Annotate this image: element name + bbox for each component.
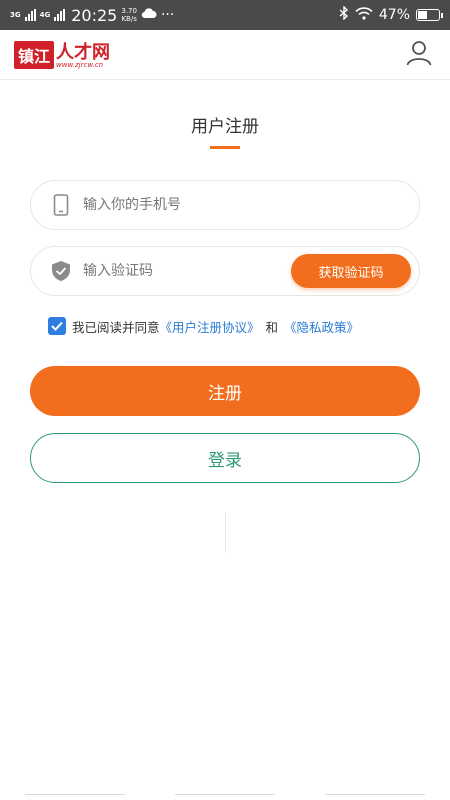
cloud-icon: [141, 7, 157, 23]
register-button[interactable]: 注册: [30, 366, 420, 416]
phone-input[interactable]: [83, 197, 273, 213]
status-left: 3G 4G 20:25 3.70 KB/s ···: [10, 6, 174, 25]
logo-seal: 镇江: [14, 40, 55, 69]
network-label-1: 3G: [10, 11, 21, 19]
agreement-and: 和: [265, 319, 279, 335]
battery-icon: [416, 9, 443, 21]
shield-icon: [49, 259, 73, 283]
signal-icon-2: [54, 9, 66, 21]
verification-code-input[interactable]: [83, 263, 273, 279]
user-profile-button[interactable]: [402, 38, 436, 72]
app-header: 镇江 人才网 www.zjrcw.cn: [0, 30, 450, 80]
bottom-edge: [0, 794, 450, 800]
agreement-row: 我已阅读并同意 《用户注册协议》 和 《隐私政策》: [48, 316, 359, 336]
network-indicator-2: 4G: [40, 11, 51, 19]
privacy-policy-link[interactable]: 《隐私政策》: [284, 317, 359, 336]
logo-text: 人才网 www.zjrcw.cn: [56, 41, 111, 69]
battery-percent: 47%: [378, 7, 410, 23]
login-button[interactable]: 登录: [30, 433, 420, 483]
logo-name: 人才网: [56, 41, 111, 63]
status-right: 47%: [339, 5, 443, 24]
site-logo[interactable]: 镇江 人才网 www.zjrcw.cn: [14, 40, 111, 69]
battery-fill: [418, 11, 427, 19]
speed-value: 3.70: [121, 7, 137, 15]
divider: [225, 513, 226, 553]
status-bar: 3G 4G 20:25 3.70 KB/s ··· 47%: [0, 0, 450, 30]
page-title: 用户注册: [191, 117, 259, 137]
network-speed: 3.70 KB/s: [121, 7, 137, 23]
network-label-2: 4G: [39, 11, 51, 19]
speed-unit: KB/s: [121, 15, 137, 23]
user-agreement-link[interactable]: 《用户注册协议》: [160, 317, 260, 336]
bluetooth-icon: [339, 5, 349, 24]
clock: 20:25: [71, 5, 118, 25]
logo-url: www.zjrcw.cn: [56, 60, 104, 69]
signal-icon: [24, 9, 36, 21]
overflow-indicator: ···: [160, 7, 175, 23]
agreement-checkbox[interactable]: [48, 317, 66, 335]
checkmark-icon: [51, 321, 63, 331]
phone-icon: [49, 193, 73, 217]
user-icon: [405, 39, 433, 71]
verification-code-field[interactable]: 获取验证码: [30, 246, 420, 296]
agreement-text: 我已阅读并同意: [72, 319, 160, 335]
get-code-button[interactable]: 获取验证码: [291, 254, 411, 288]
phone-field[interactable]: [30, 180, 420, 230]
network-indicator: 3G: [10, 11, 21, 19]
wifi-icon: [355, 6, 373, 24]
title-underline: [210, 146, 240, 149]
